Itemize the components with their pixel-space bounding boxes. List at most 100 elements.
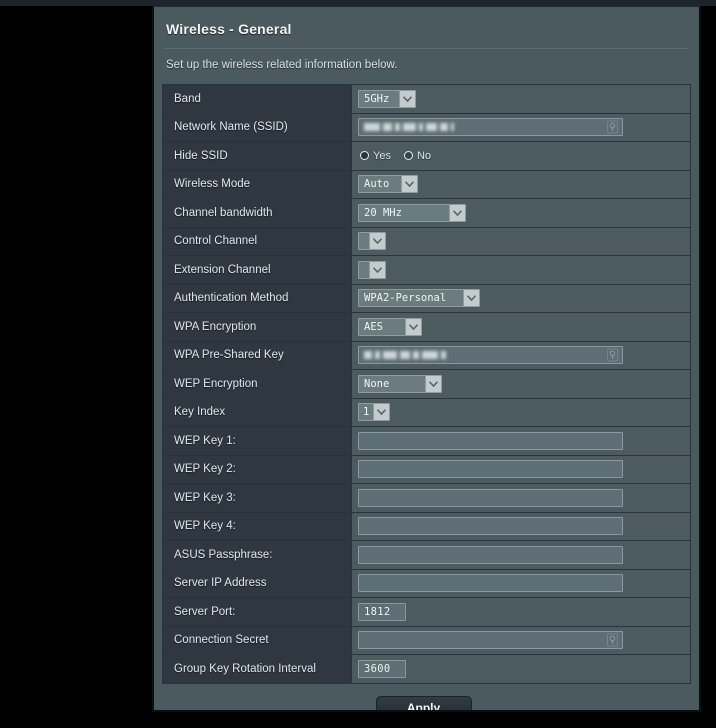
row-label-group-key-rotation-interval: Group Key Rotation Interval: [163, 655, 352, 683]
settings-row: WEP Key 1:: [163, 427, 690, 456]
input-asus-passphrase[interactable]: [358, 545, 623, 564]
row-label-band: Band: [163, 85, 352, 113]
input-server-ip-address[interactable]: [358, 574, 623, 593]
select-key-index[interactable]: 1: [358, 403, 391, 422]
row-label-wpa-pre-shared-key: WPA Pre-Shared Key: [163, 341, 352, 369]
row-label-authentication-method: Authentication Method: [163, 284, 352, 312]
row-label-server-ip-address: Server IP Address: [163, 569, 352, 597]
select-value: 1: [363, 406, 370, 419]
page-title: Wireless - General: [166, 21, 292, 37]
row-value: [352, 512, 690, 540]
settings-row: Hide SSID Yes No: [163, 142, 690, 171]
select-control-channel[interactable]: [358, 232, 386, 251]
screen: Wireless - General Set up the wireless r…: [0, 0, 716, 728]
row-value: WPA2-Personal: [352, 284, 690, 312]
radio-no-label: No: [416, 149, 432, 162]
apply-button[interactable]: Apply: [375, 695, 472, 710]
input-wep-key-1[interactable]: [358, 431, 623, 450]
settings-row: Channel bandwidth 20 MHz: [163, 199, 690, 228]
row-value: 5GHz: [352, 85, 690, 113]
radio-group-hide-ssid: Yes No: [358, 150, 431, 162]
settings-row: Control Channel: [163, 227, 690, 256]
input-wep-key-3[interactable]: [358, 488, 623, 507]
select-value: None: [364, 377, 390, 390]
wireless-settings-table: Band 5GHz Network Name (SSID) Hide SSID Yes N…: [162, 84, 691, 684]
eye-reveal-icon[interactable]: [607, 348, 618, 362]
redacted-value: [364, 123, 454, 132]
row-label-control-channel: Control Channel: [163, 227, 352, 255]
row-value: None: [352, 370, 690, 398]
radio-no[interactable]: No: [403, 149, 432, 162]
settings-row: Server IP Address: [163, 569, 690, 598]
row-label-connection-secret: Connection Secret: [163, 626, 352, 654]
chevron-down-icon[interactable]: [369, 261, 385, 278]
select-wep-encryption[interactable]: None: [358, 374, 442, 393]
input-wep-key-2[interactable]: [358, 460, 623, 479]
row-label-hide-ssid: Hide SSID: [163, 142, 352, 170]
settings-row: Server Port: 1812: [163, 598, 690, 627]
radio-yes[interactable]: Yes: [360, 150, 391, 162]
row-value: 1812: [352, 598, 690, 626]
chevron-down-icon[interactable]: [399, 90, 415, 107]
select-band[interactable]: 5GHz: [358, 89, 416, 108]
row-value: [352, 427, 690, 455]
row-value: 1: [352, 398, 690, 426]
row-label-wep-encryption: WEP Encryption: [163, 370, 352, 398]
select-value: [359, 233, 369, 249]
row-value: [352, 113, 690, 141]
settings-row: Wireless Mode Auto: [163, 170, 690, 199]
row-value: [352, 569, 690, 597]
chevron-down-icon[interactable]: [401, 176, 417, 193]
row-label-channel-bandwidth: Channel bandwidth: [163, 199, 352, 227]
settings-row: WPA Encryption AES: [163, 313, 690, 342]
input-network-name-ssid[interactable]: [358, 118, 623, 137]
row-value: [352, 256, 690, 284]
row-label-wep-key-4: WEP Key 4:: [163, 512, 352, 540]
input-group-key-rotation-interval[interactable]: 3600: [358, 659, 406, 678]
input-connection-secret[interactable]: [358, 631, 623, 650]
row-label-server-port: Server Port:: [163, 598, 352, 626]
chevron-down-icon[interactable]: [373, 404, 390, 421]
settings-row: WEP Key 2:: [163, 455, 690, 484]
row-value: [352, 541, 690, 569]
input-value: 1812: [364, 605, 391, 618]
select-extension-channel[interactable]: [358, 260, 386, 279]
row-label-extension-channel: Extension Channel: [163, 256, 352, 284]
input-wep-key-4[interactable]: [358, 517, 623, 536]
select-authentication-method[interactable]: WPA2-Personal: [358, 289, 480, 308]
radio-yes-label: Yes: [373, 149, 391, 162]
row-value: 20 MHz: [352, 199, 690, 227]
input-server-port[interactable]: 1812: [358, 602, 406, 621]
select-value: 20 MHz: [364, 206, 402, 219]
settings-row: WEP Key 4:: [163, 512, 690, 541]
select-value: Auto: [364, 178, 390, 191]
row-value: AES: [352, 313, 690, 341]
eye-reveal-icon[interactable]: [607, 120, 618, 134]
select-channel-bandwidth[interactable]: 20 MHz: [358, 203, 466, 222]
chevron-down-icon[interactable]: [369, 233, 385, 250]
input-wpa-pre-shared-key[interactable]: [358, 346, 623, 365]
row-value: [352, 455, 690, 483]
chevron-down-icon[interactable]: [425, 375, 441, 392]
row-label-wpa-encryption: WPA Encryption: [163, 313, 352, 341]
radio-yes-dot: [360, 151, 369, 161]
chevron-down-icon[interactable]: [405, 318, 421, 335]
select-wireless-mode[interactable]: Auto: [358, 175, 418, 194]
settings-row: WEP Encryption None: [163, 370, 690, 399]
chevron-down-icon[interactable]: [449, 204, 465, 221]
row-label-network-name-ssid: Network Name (SSID): [163, 113, 352, 141]
row-value: [352, 341, 690, 369]
eye-reveal-icon[interactable]: [607, 633, 618, 647]
row-label-wep-key-2: WEP Key 2:: [163, 455, 352, 483]
panel-subtitle: Set up the wireless related information …: [166, 59, 398, 71]
select-wpa-encryption[interactable]: AES: [358, 317, 422, 336]
settings-row: WPA Pre-Shared Key: [163, 341, 690, 370]
select-value: 5GHz: [364, 92, 390, 105]
row-value: [352, 484, 690, 512]
row-value: [352, 227, 690, 255]
settings-row: WEP Key 3:: [163, 484, 690, 513]
select-value: WPA2-Personal: [364, 292, 447, 305]
row-label-wep-key-1: WEP Key 1:: [163, 427, 352, 455]
settings-row: Band 5GHz: [163, 85, 690, 114]
chevron-down-icon[interactable]: [463, 290, 479, 307]
